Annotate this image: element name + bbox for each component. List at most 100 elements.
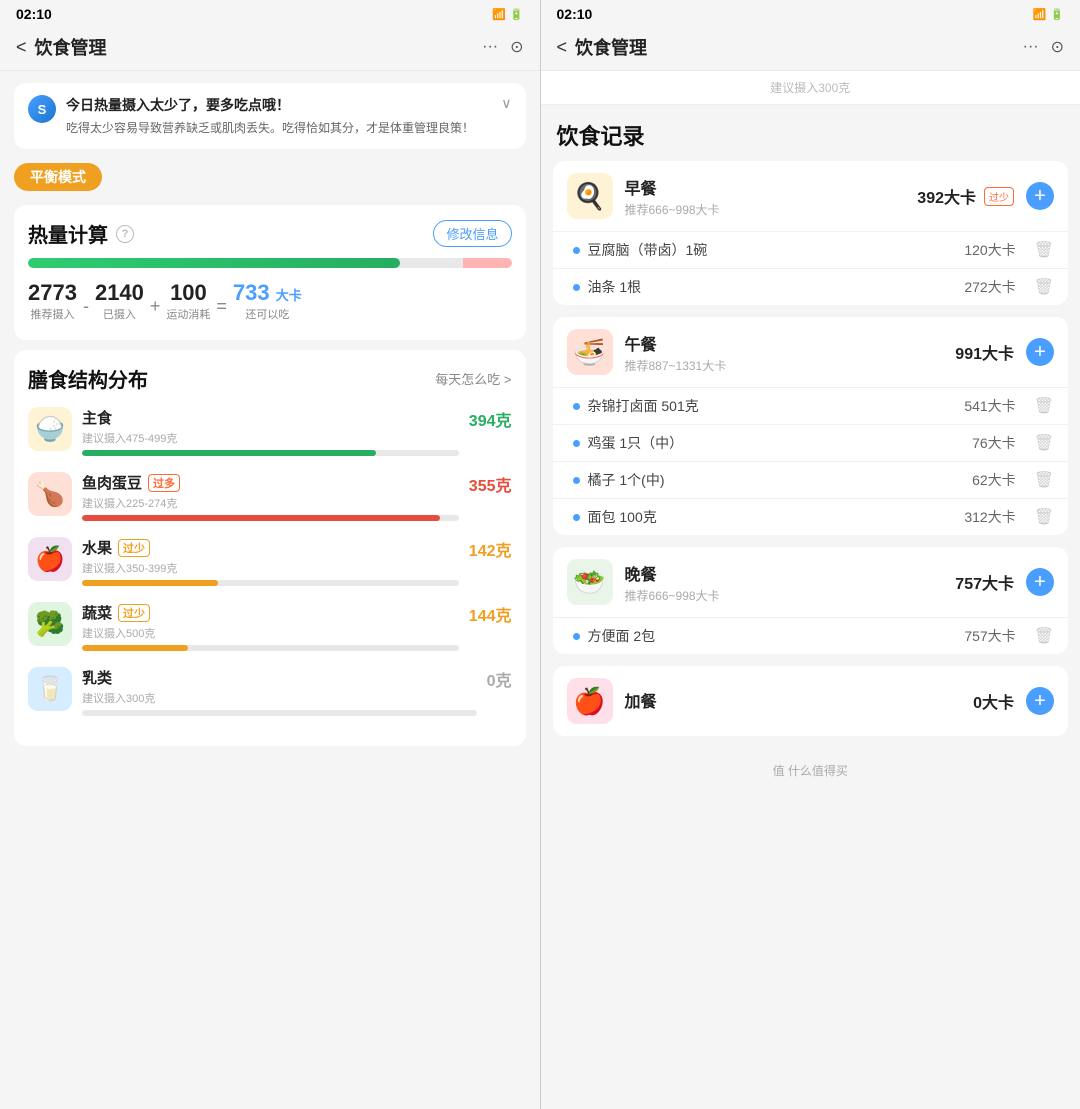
meal-icon: 🍳	[567, 173, 613, 219]
add-food-button[interactable]: +	[1026, 687, 1054, 715]
diet-recommend: 建议摄入350-399克	[82, 560, 459, 576]
alert-title: 今日热量摄入太少了，要多吃点哦！	[66, 95, 491, 115]
alert-icon: S	[28, 95, 56, 123]
diet-tag: 过多	[148, 474, 180, 492]
calorie-section: 热量计算 ? 修改信息 2773 推荐摄入 - 2	[14, 205, 526, 340]
delete-food-button[interactable]: 🗑	[1034, 433, 1054, 453]
meal-card-lunch: 🍜 午餐 推荐887~1331大卡 991大卡 + 杂锦打卤面 501克 541…	[553, 317, 1069, 535]
food-dot	[573, 633, 580, 640]
meal-card-breakfast: 🍳 早餐 推荐666~998大卡 392大卡 过少 + 豆腐脑（带卤）1碗 12…	[553, 161, 1069, 305]
food-name: 鸡蛋 1只（中）	[588, 433, 965, 453]
food-dot	[573, 440, 580, 447]
diet-title: 膳食结构分布	[28, 364, 148, 393]
diet-icon: 🍚	[28, 407, 72, 451]
remaining-cal: 733 大卡	[233, 282, 302, 304]
right-more-button[interactable]: ···	[1023, 38, 1039, 56]
meal-header: 🍜 午餐 推荐887~1331大卡 991大卡 +	[553, 317, 1069, 387]
diet-item: 🍗 鱼肉蛋豆 过多 建议摄入225-274克 355克	[28, 472, 512, 521]
food-dot	[573, 247, 580, 254]
meal-info: 早餐 推荐666~998大卡	[625, 175, 906, 218]
diet-bar-fill	[82, 580, 218, 586]
delete-food-button[interactable]: 🗑	[1034, 470, 1054, 490]
alert-box[interactable]: S 今日热量摄入太少了，要多吃点哦！ 吃得太少容易导致营养缺乏或肌肉丢失。吃得恰…	[14, 83, 526, 149]
food-cal: 272大卡	[964, 277, 1015, 297]
delete-food-button[interactable]: 🗑	[1034, 240, 1054, 260]
diet-text: 蔬菜 过少 建议摄入500克	[82, 602, 459, 651]
food-item: 方便面 2包 757大卡 🗑	[553, 617, 1069, 654]
target-button[interactable]: ⊙	[510, 37, 523, 57]
meal-recommend: 推荐666~998大卡	[625, 587, 944, 604]
diet-icon: 🥦	[28, 602, 72, 646]
meal-name: 晚餐	[625, 561, 944, 585]
diet-bar	[82, 710, 477, 716]
food-cal: 757大卡	[964, 626, 1015, 646]
meal-tag: 过少	[984, 187, 1014, 206]
meal-header: 🍳 早餐 推荐666~998大卡 392大卡 过少 +	[553, 161, 1069, 231]
diet-text: 乳类 建议摄入300克	[82, 667, 477, 716]
diet-recommend: 建议摄入300克	[82, 690, 477, 706]
signal-icon-r: 📶	[1033, 8, 1047, 21]
diet-name: 主食	[82, 407, 459, 428]
diet-tag: 过少	[118, 539, 150, 557]
meal-cal-value: 0大卡	[973, 689, 1014, 713]
diet-item: 🍎 水果 过少 建议摄入350-399克 142克	[28, 537, 512, 586]
diet-bar	[82, 580, 459, 586]
alert-text: 今日热量摄入太少了，要多吃点哦！ 吃得太少容易导致营养缺乏或肌肉丢失。吃得恰如其…	[66, 95, 491, 137]
delete-food-button[interactable]: 🗑	[1034, 277, 1054, 297]
add-food-button[interactable]: +	[1026, 568, 1054, 596]
right-back-button[interactable]: <	[557, 37, 568, 58]
food-name: 橘子 1个(中)	[588, 470, 965, 490]
watermark: 值 什么值得买	[541, 748, 1080, 793]
diet-text: 水果 过少 建议摄入350-399克	[82, 537, 459, 586]
left-status-icons: 📶 🔋	[492, 8, 523, 21]
food-item: 鸡蛋 1只（中） 76大卡 🗑	[553, 424, 1069, 461]
modify-info-button[interactable]: 修改信息	[433, 220, 511, 247]
consumed-cal: 2140	[95, 282, 144, 304]
meal-header: 🍎 加餐 0大卡 +	[553, 666, 1069, 736]
meal-name: 加餐	[625, 688, 962, 712]
meal-cal-value: 991大卡	[955, 340, 1014, 364]
right-scroll-content[interactable]: 建议摄入300克 饮食记录 🍳 早餐 推荐666~998大卡 392大卡 过少 …	[541, 71, 1080, 1109]
equals-op: =	[210, 290, 233, 322]
add-food-button[interactable]: +	[1026, 182, 1054, 210]
meal-recommend: 推荐666~998大卡	[625, 201, 906, 218]
delete-food-button[interactable]: 🗑	[1034, 507, 1054, 527]
signal-icon: 📶	[492, 8, 506, 21]
meal-calories: 392大卡 过少	[917, 184, 1014, 208]
left-scroll-content[interactable]: S 今日热量摄入太少了，要多吃点哦！ 吃得太少容易导致营养缺乏或肌肉丢失。吃得恰…	[0, 71, 540, 1109]
meal-cal-value: 757大卡	[955, 570, 1014, 594]
food-cal: 312大卡	[964, 507, 1015, 527]
more-button[interactable]: ···	[482, 38, 498, 56]
meal-header: 🥗 晚餐 推荐666~998大卡 757大卡 +	[553, 547, 1069, 617]
meal-cards: 🍳 早餐 推荐666~998大卡 392大卡 过少 + 豆腐脑（带卤）1碗 12…	[541, 161, 1080, 736]
delete-food-button[interactable]: 🗑	[1034, 626, 1054, 646]
food-name: 油条 1根	[588, 277, 957, 297]
diet-tag: 过少	[118, 604, 150, 622]
diet-more-link[interactable]: 每天怎么吃 >	[435, 369, 511, 388]
meal-info: 加餐	[625, 688, 962, 714]
food-item: 杂锦打卤面 501克 541大卡 🗑	[553, 387, 1069, 424]
diet-bar-fill	[82, 515, 440, 521]
meal-calories: 757大卡	[955, 570, 1014, 594]
meal-icon: 🍜	[567, 329, 613, 375]
food-name: 杂锦打卤面 501克	[588, 396, 957, 416]
info-icon[interactable]: ?	[116, 225, 134, 243]
diet-recommend: 建议摄入500克	[82, 625, 459, 641]
meal-info: 晚餐 推荐666~998大卡	[625, 561, 944, 604]
meal-calories: 0大卡	[973, 689, 1014, 713]
meal-icon: 🍎	[567, 678, 613, 724]
diet-item: 🥦 蔬菜 过少 建议摄入500克 144克	[28, 602, 512, 651]
right-target-button[interactable]: ⊙	[1051, 37, 1064, 57]
calorie-numbers: 2773 推荐摄入 - 2140 已摄入 + 100 运动消耗 =	[28, 282, 512, 322]
diet-amount: 144克	[469, 602, 512, 626]
delete-food-button[interactable]: 🗑	[1034, 396, 1054, 416]
alert-chevron[interactable]: ∨	[501, 95, 511, 112]
battery-icon-r: 🔋	[1050, 8, 1064, 21]
right-status-icons: 📶 🔋	[1033, 8, 1064, 21]
diet-bar	[82, 515, 459, 521]
back-button[interactable]: <	[16, 37, 27, 58]
diet-recommend: 建议摄入225-274克	[82, 495, 459, 511]
add-food-button[interactable]: +	[1026, 338, 1054, 366]
right-time: 02:10	[557, 6, 593, 22]
meal-name: 早餐	[625, 175, 906, 199]
